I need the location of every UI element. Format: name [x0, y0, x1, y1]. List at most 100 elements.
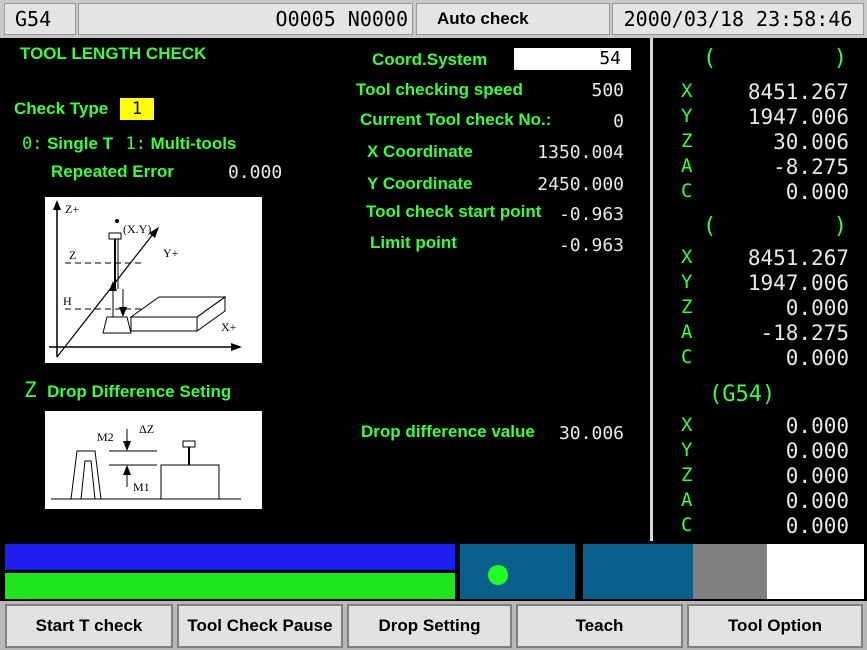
- dz-label: ΔZ: [139, 422, 154, 436]
- teach-button[interactable]: Teach: [516, 604, 683, 648]
- coord-row: Z 30.006: [681, 130, 849, 156]
- coord-system-input[interactable]: 54: [514, 48, 631, 70]
- mode-display: Auto check: [416, 3, 610, 35]
- axis-value: 8451.267: [747, 80, 849, 104]
- m1-label: M1: [133, 480, 150, 494]
- status-bar-area: [0, 541, 867, 601]
- coord-group-header: (G54): [681, 382, 847, 408]
- axis-label: A: [681, 155, 693, 177]
- coord-row: X 8451.267: [681, 246, 849, 272]
- type-opt1-label: Multi-tools: [150, 134, 237, 153]
- drop-difference-label: Drop difference value: [361, 422, 535, 441]
- axis-value: 0.000: [785, 346, 849, 370]
- status-led-icon: [488, 565, 508, 585]
- axis-value: 0.000: [785, 489, 849, 513]
- page-title: TOOL LENGTH CHECK: [20, 44, 207, 63]
- status-block-led: [460, 544, 575, 599]
- repeated-error-label: Repeated Error: [51, 162, 174, 181]
- coord-row: Y 1947.006: [681, 271, 849, 297]
- yplus-label: Y+: [163, 246, 179, 260]
- zplus-label: Z+: [65, 202, 79, 216]
- datetime-display: 2000/03/18 23:58:46: [612, 3, 864, 35]
- axis-value: 1947.006: [747, 105, 849, 129]
- title-bar: G54 O0005 N0000 Auto check 2000/03/18 23…: [0, 0, 867, 38]
- program-number-display: O0005 N0000: [78, 3, 413, 35]
- close-paren: ): [833, 46, 847, 71]
- h-label: H: [63, 294, 72, 308]
- start-point-value[interactable]: -0.963: [559, 204, 624, 225]
- status-block-gray: [693, 544, 767, 599]
- axis-label: Z: [681, 296, 693, 318]
- coord-row: C 0.000: [681, 180, 849, 206]
- axis-value: 0.000: [785, 439, 849, 463]
- type-opt0-key: 0:: [22, 134, 43, 154]
- check-type-input[interactable]: 1: [120, 98, 154, 120]
- tool-check-pause-button[interactable]: Tool Check Pause: [177, 604, 343, 648]
- coord-row: A -8.275: [681, 155, 849, 181]
- axis-label: C: [681, 180, 693, 202]
- axis-label: Y: [681, 439, 693, 461]
- coordinate-panel: ( ) X 8451.267 Y 1947.006 Z 30.006 A -8.275 …: [650, 38, 867, 541]
- axis-value: 30.006: [773, 130, 849, 154]
- start-point-label: Tool check start point: [366, 202, 542, 221]
- drop-section-prefix: Z: [24, 378, 37, 402]
- axis-label: X: [681, 246, 693, 268]
- drop-difference-value[interactable]: 30.006: [559, 423, 624, 444]
- axis-value: -8.275: [773, 155, 849, 179]
- repeated-error-value: 0.000: [228, 162, 283, 183]
- axis-value: 1947.006: [747, 271, 849, 295]
- coord-row: Y 1947.006: [681, 105, 849, 131]
- current-check-no-label: Current Tool check No.:: [360, 110, 552, 129]
- y-coordinate-value[interactable]: 2450.000: [537, 174, 624, 195]
- coord-row: C 0.000: [681, 514, 849, 540]
- x-coordinate-label: X Coordinate: [367, 142, 473, 161]
- axis-value: 0.000: [785, 414, 849, 438]
- drop-setting-button[interactable]: Drop Setting: [347, 604, 512, 648]
- axis-label: C: [681, 514, 693, 536]
- coord-row: A -18.275: [681, 321, 849, 347]
- drop-section-label: Drop Difference Seting: [47, 382, 232, 401]
- check-type-label: Check Type: [14, 99, 109, 118]
- status-bar-green: [5, 573, 455, 599]
- coord-system-label: Coord.System: [372, 50, 488, 69]
- coord-row: X 0.000: [681, 414, 849, 440]
- y-coordinate-label: Y Coordinate: [367, 174, 473, 193]
- type-options-line: 0: Single T 1: Multi-tools: [22, 134, 236, 154]
- coord-group-header: ( ): [681, 46, 847, 72]
- current-check-no-value: 0: [613, 111, 624, 132]
- check-speed-value[interactable]: 500: [591, 80, 624, 101]
- type-opt1-key: 1:: [125, 134, 146, 154]
- x-coordinate-value[interactable]: 1350.004: [537, 142, 624, 163]
- axis-label: X: [681, 414, 693, 436]
- limit-point-label: Limit point: [370, 233, 457, 252]
- status-block: [583, 544, 693, 599]
- coord-row: Z 0.000: [681, 464, 849, 490]
- drop-difference-diagram: M2 ΔZ M1: [45, 411, 262, 509]
- close-paren: ): [833, 214, 847, 239]
- softkey-bar: Start T check Tool Check Pause Drop Sett…: [0, 601, 867, 650]
- axis-label: Y: [681, 105, 693, 127]
- start-t-check-button[interactable]: Start T check: [5, 604, 173, 648]
- axis-label: C: [681, 346, 693, 368]
- coord-row: X 8451.267: [681, 80, 849, 106]
- axis-label: Z: [681, 464, 693, 486]
- coord-mode-display: G54: [4, 3, 76, 35]
- tool-option-button[interactable]: Tool Option: [687, 604, 863, 648]
- axis-label: A: [681, 321, 693, 343]
- status-bar-blue: [5, 544, 455, 570]
- axis-label: A: [681, 489, 693, 511]
- axis-value: 0.000: [785, 180, 849, 204]
- group-title: (G54): [709, 382, 776, 407]
- status-block-white: [767, 544, 864, 599]
- limit-point-value[interactable]: -0.963: [559, 235, 624, 256]
- axis-value: 8451.267: [747, 246, 849, 270]
- z-label: Z: [69, 248, 76, 262]
- open-paren: (: [703, 46, 717, 71]
- check-speed-label: Tool checking speed: [356, 80, 523, 99]
- axis-value: 0.000: [785, 464, 849, 488]
- xplus-label: X+: [221, 320, 237, 334]
- axis-value: 0.000: [785, 514, 849, 538]
- tool-length-diagram: Z+ X+ Y+ (X.Y) Z H: [45, 197, 262, 363]
- xy-label: (X.Y): [123, 222, 151, 236]
- coord-row: C 0.000: [681, 346, 849, 372]
